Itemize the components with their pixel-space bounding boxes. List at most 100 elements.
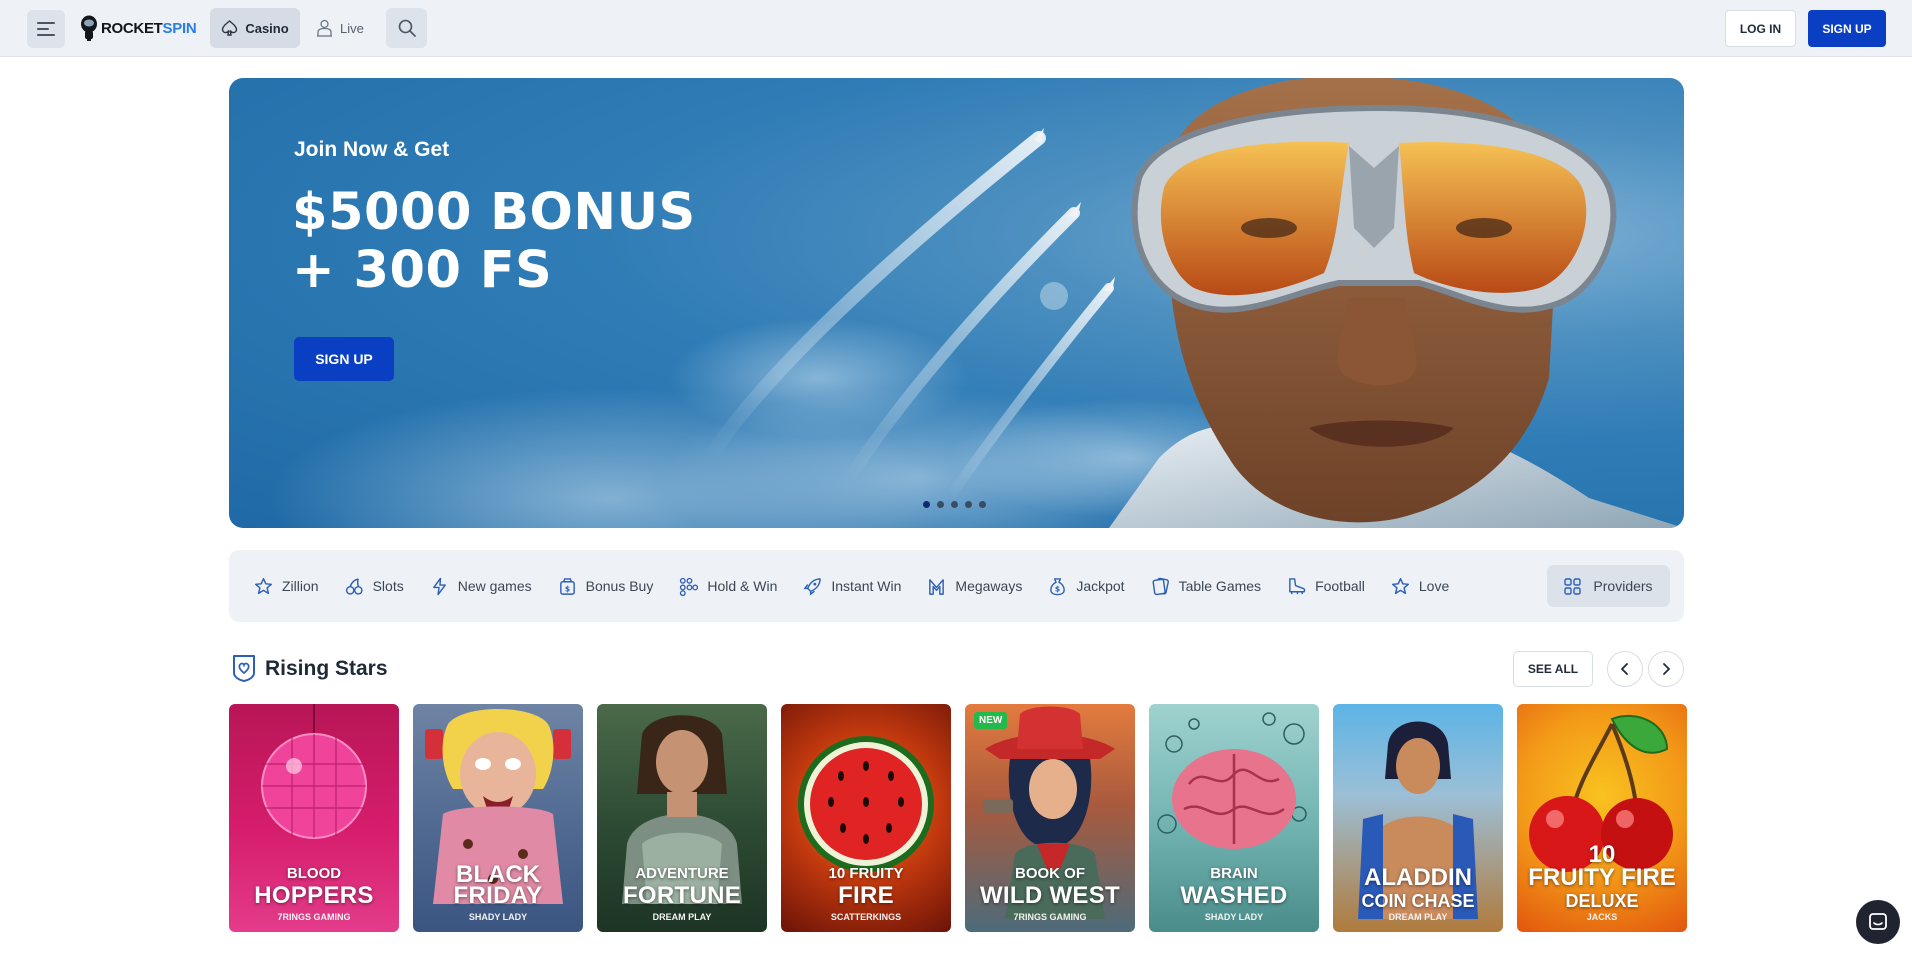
hero-banner[interactable]: Join Now & Get $5000 BONUS + 300 FS SIGN… (229, 78, 1684, 528)
category-megaways[interactable]: Megaways (914, 566, 1035, 606)
hamburger-icon (37, 22, 55, 36)
game-card[interactable]: ALADDIN COIN CHASE DREAM PLAY (1333, 704, 1503, 932)
game-card[interactable]: BRAIN WASHED SHADY LADY (1149, 704, 1319, 932)
category-scroll[interactable]: Zillion Slots New games $ Bonus Buy Hold… (241, 550, 1541, 622)
star-icon (254, 577, 273, 594)
category-label: New games (457, 578, 532, 594)
category-instant-win[interactable]: Instant Win (790, 566, 914, 606)
category-slots[interactable]: Slots (332, 566, 417, 606)
cherries-icon (345, 577, 363, 595)
money-bag-icon: $ (559, 577, 575, 595)
top-header: ROCKETSPIN Casino Live LOG IN SIGN UP (0, 0, 1912, 57)
svg-text:$: $ (1055, 584, 1060, 593)
dealer-icon (317, 19, 332, 37)
boot-icon (1289, 577, 1306, 594)
game-card[interactable]: 10 FRUITY FIRE DELUXE JACKS (1517, 704, 1687, 932)
game-title: FRUITY FIRE (1528, 864, 1676, 891)
category-label: Megaways (955, 578, 1023, 594)
nav-live-label: Live (340, 20, 364, 36)
category-label: Slots (372, 578, 404, 594)
game-card[interactable]: NEW BOOK OF WILD WEST 7RINGS GAMING (965, 704, 1135, 932)
game-subtitle: ADVENTURE (635, 865, 729, 882)
search-icon (398, 19, 416, 37)
game-title: WASHED (1180, 882, 1288, 909)
game-subtitle: DELUXE (1565, 891, 1639, 911)
see-all-button[interactable]: SEE ALL (1513, 651, 1593, 687)
game-title-line2: FRIDAY (453, 882, 543, 909)
signup-button-header[interactable]: SIGN UP (1808, 10, 1886, 47)
chat-widget-button[interactable] (1856, 900, 1900, 944)
game-card[interactable]: BLACK FRIDAY SHADY LADY (413, 704, 583, 932)
new-badge: NEW (974, 712, 1008, 729)
svg-text:$: $ (564, 584, 569, 593)
search-button[interactable] (386, 8, 427, 48)
spade-icon (222, 20, 238, 36)
game-title: ALADDIN (1364, 864, 1472, 891)
category-love[interactable]: Love (1378, 566, 1462, 606)
game-title: HOPPERS (254, 882, 374, 909)
category-table-games[interactable]: Table Games (1138, 566, 1274, 606)
prev-button[interactable] (1607, 651, 1643, 687)
astronaut-logo-icon (81, 15, 97, 41)
providers-label: Providers (1593, 578, 1653, 594)
game-provider: DREAM PLAY (1388, 912, 1448, 922)
game-subtitle: BRAIN (1210, 865, 1258, 882)
game-provider: JACKS (1586, 912, 1618, 922)
coin-bag-icon: $ (1050, 577, 1066, 595)
category-label: Love (1418, 578, 1450, 594)
logo-text-spin: SPIN (162, 19, 197, 37)
category-new-games[interactable]: New games (417, 566, 545, 606)
chat-icon (1869, 913, 1887, 930)
star-icon (1391, 577, 1409, 594)
game-provider: SHADY LADY (468, 912, 528, 922)
chevron-right-icon (1663, 663, 1670, 675)
nav-casino[interactable]: Casino (210, 8, 300, 48)
category-bonus-buy[interactable]: $ Bonus Buy (545, 566, 667, 606)
game-carousel: BLOOD HOPPERS 7RINGS GAMING BLACK FRIDAY… (229, 704, 1687, 932)
providers-button[interactable]: Providers (1547, 565, 1670, 607)
category-label: Zillion (282, 578, 319, 594)
carousel-dot[interactable] (979, 501, 986, 508)
hero-signup-button[interactable]: SIGN UP (294, 337, 394, 381)
game-card[interactable]: 10 FRUITY FIRE SCATTERKINGS (781, 704, 951, 932)
menu-button[interactable] (27, 10, 65, 48)
m-icon (929, 578, 945, 595)
category-label: Hold & Win (707, 578, 778, 594)
category-jackpot[interactable]: $ Jackpot (1035, 566, 1137, 606)
game-title: FORTUNE (622, 882, 742, 909)
hero-title-line2: + 300 FS (292, 241, 553, 300)
game-subtitle: 10 FRUITY (828, 865, 904, 882)
heart-shield-icon (233, 655, 255, 682)
grid-squares-icon (1564, 577, 1582, 595)
category-football[interactable]: Football (1274, 566, 1378, 606)
category-hold-and-win[interactable]: Hold & Win (666, 566, 790, 606)
login-button[interactable]: LOG IN (1725, 10, 1796, 47)
section-title: Rising Stars (265, 657, 388, 680)
game-subtitle: BLOOD (286, 865, 342, 882)
rocketspin-logo[interactable]: ROCKETSPIN (80, 15, 197, 41)
carousel-dot[interactable] (965, 501, 972, 508)
game-subtitle: BOOK OF (1015, 865, 1085, 882)
carousel-dot[interactable] (923, 501, 930, 508)
game-provider: SHADY LADY (1204, 912, 1264, 922)
carousel-dot[interactable] (951, 501, 958, 508)
game-provider: DREAM PLAY (652, 912, 712, 922)
game-title: FIRE (838, 882, 894, 909)
lightning-icon (432, 577, 446, 595)
hero-title-line1: $5000 BONUS (292, 183, 696, 242)
hero-title: $5000 BONUS + 300 FS (292, 184, 696, 300)
next-button[interactable] (1648, 651, 1684, 687)
game-provider: 7RINGS GAMING (1013, 912, 1087, 922)
rising-stars-header: Rising Stars SEE ALL (229, 650, 1684, 688)
category-zillion[interactable]: Zillion (241, 566, 332, 606)
game-provider: SCATTERKINGS (830, 912, 902, 922)
game-card[interactable]: ADVENTURE FORTUNE DREAM PLAY (597, 704, 767, 932)
carousel-dot[interactable] (937, 501, 944, 508)
game-subtitle: COIN CHASE (1361, 891, 1475, 911)
nav-live[interactable]: Live (316, 8, 374, 48)
game-title: WILD WEST (979, 882, 1120, 909)
category-label: Bonus Buy (585, 578, 654, 594)
grid-icon (680, 577, 699, 596)
game-card[interactable]: BLOOD HOPPERS 7RINGS GAMING (229, 704, 399, 932)
category-bar: Zillion Slots New games $ Bonus Buy Hold… (229, 550, 1684, 622)
